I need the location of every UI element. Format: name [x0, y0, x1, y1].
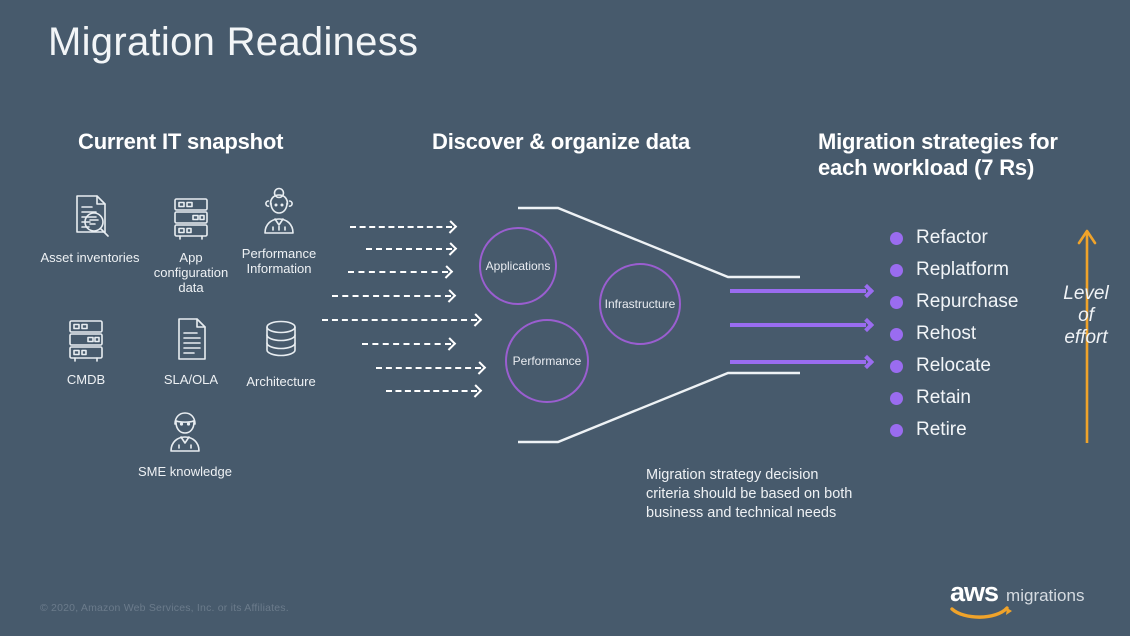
- input-app-configuration-data: App configuration data: [145, 190, 237, 295]
- bullet-icon: [890, 423, 903, 437]
- input-label-line2: Information: [246, 261, 312, 276]
- list-item[interactable]: Retain: [890, 382, 1018, 414]
- purple-arrow-2: [730, 317, 875, 333]
- dashed-arrow-5: [322, 313, 486, 327]
- caption-line2: criteria should be based on both: [646, 486, 853, 502]
- input-sme-knowledge: SME knowledge: [138, 404, 232, 479]
- copyright-text: © 2020, Amazon Web Services, Inc. or its…: [40, 602, 289, 614]
- section-heading-current-it: Current IT snapshot: [78, 129, 284, 154]
- strategy-label: Retire: [916, 419, 967, 440]
- strategy-label: Retain: [916, 387, 971, 408]
- slide-canvas: Migration Readiness Current IT snapshot …: [0, 0, 1130, 636]
- section-heading-strategies-line1: Migration strategies for: [818, 129, 1058, 154]
- input-sla-ola: SLA/OLA: [145, 312, 237, 387]
- dashed-arrow-6: [362, 337, 460, 351]
- input-label-line1: Performance: [241, 246, 317, 261]
- server-rack-icon: [59, 312, 113, 366]
- input-label: SME knowledge: [138, 464, 232, 479]
- input-label: CMDB: [66, 372, 106, 387]
- purple-arrow-3: [730, 354, 875, 370]
- bullet-icon: [890, 391, 903, 405]
- decision-criteria-caption: Migration strategy decision criteria sho…: [646, 466, 946, 523]
- input-label-line3: data: [178, 280, 204, 295]
- bullet-icon: [890, 327, 903, 341]
- input-label: SLA/OLA: [163, 372, 219, 387]
- bubble-performance: Performance: [505, 319, 589, 403]
- section-heading-strategies-line2: each workload (7 Rs): [818, 155, 1035, 180]
- document-magnifier-icon: [63, 190, 117, 244]
- caption-line1: Migration strategy decision: [646, 467, 819, 483]
- list-item[interactable]: Rehost: [890, 318, 1018, 350]
- bubble-label: Applications: [485, 259, 551, 273]
- aws-wordmark: aws: [950, 577, 999, 607]
- input-label-line2: configuration: [153, 265, 229, 280]
- page-title: Migration Readiness: [48, 20, 419, 64]
- effort-line1: Level: [1063, 283, 1109, 304]
- bullet-icon: [890, 295, 903, 309]
- input-label-line1: App: [179, 250, 203, 265]
- dashed-arrow-8: [386, 384, 486, 398]
- document-icon: [164, 312, 218, 366]
- bubble-label: Performance: [512, 354, 582, 368]
- effort-line2: of: [1078, 305, 1094, 326]
- dashed-arrow-7: [376, 361, 490, 375]
- section-heading-discover: Discover & organize data: [432, 129, 691, 154]
- strategy-label: Replatform: [916, 259, 1009, 280]
- database-cylinder-icon: [254, 314, 308, 368]
- migration-strategies-list: Refactor Replatform Repurchase Rehost Re…: [890, 222, 1018, 446]
- person-headset-icon: [252, 186, 306, 240]
- input-architecture: Architecture: [235, 314, 327, 389]
- input-asset-inventories: Asset inventories: [40, 190, 140, 265]
- input-label: Asset inventories: [40, 250, 140, 265]
- strategy-label: Repurchase: [916, 291, 1019, 312]
- list-item[interactable]: Refactor: [890, 222, 1018, 254]
- bubble-label: Infrastructure: [604, 297, 676, 311]
- bullet-icon: [890, 359, 903, 373]
- strategy-label: Relocate: [916, 355, 991, 376]
- migrations-wordmark: migrations: [1006, 586, 1085, 605]
- bubble-infrastructure: Infrastructure: [599, 263, 681, 345]
- section-heading-strategies: Migration strategies for each workload (…: [818, 129, 1108, 181]
- effort-line3: effort: [1064, 327, 1108, 348]
- dashed-arrow-1: [350, 220, 460, 234]
- level-of-effort-label: Level of effort: [1047, 283, 1125, 349]
- input-performance-information: Performance Information: [233, 186, 325, 276]
- dashed-arrow-4: [332, 289, 460, 303]
- list-item[interactable]: Relocate: [890, 350, 1018, 382]
- input-cmdb: CMDB: [40, 312, 132, 387]
- purple-arrow-1: [730, 283, 875, 299]
- input-label: Architecture: [246, 374, 316, 389]
- list-item[interactable]: Repurchase: [890, 286, 1018, 318]
- aws-migrations-logo: aws migrations: [950, 577, 1085, 620]
- strategy-label: Rehost: [916, 323, 977, 344]
- bullet-icon: [890, 263, 903, 277]
- server-rack-icon: [164, 190, 218, 244]
- list-item[interactable]: Replatform: [890, 254, 1018, 286]
- caption-line3: business and technical needs: [646, 505, 837, 521]
- list-item[interactable]: Retire: [890, 414, 1018, 446]
- bullet-icon: [890, 231, 903, 245]
- person-icon: [158, 404, 212, 458]
- dashed-arrow-3: [348, 265, 458, 279]
- bubble-applications: Applications: [479, 227, 557, 305]
- strategy-label: Refactor: [916, 227, 988, 248]
- dashed-arrow-2: [366, 242, 460, 256]
